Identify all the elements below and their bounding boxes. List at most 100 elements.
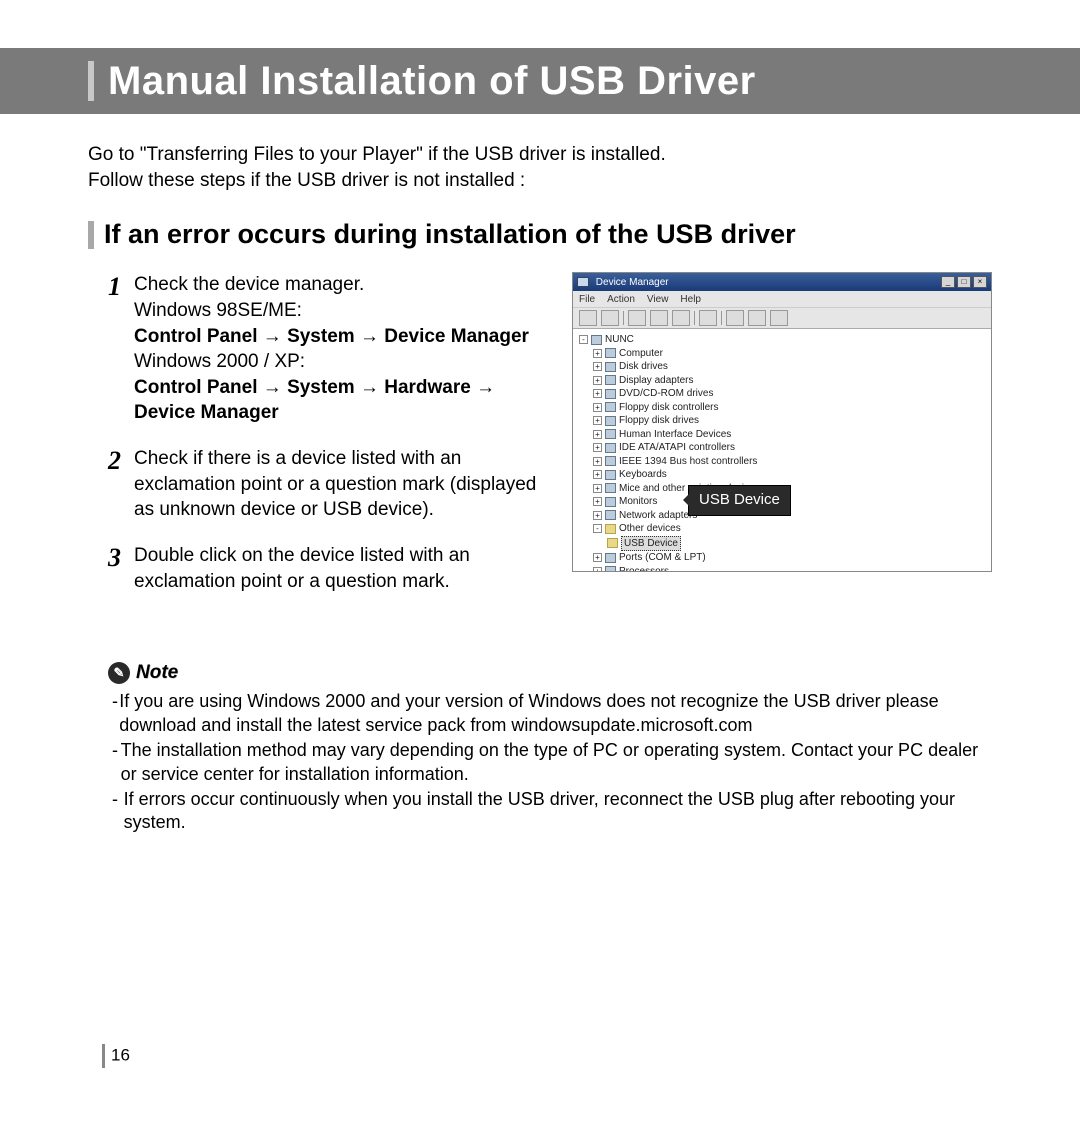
toolbar-print-icon[interactable] [650, 310, 668, 326]
tree-item[interactable]: +Ports (COM & LPT) [579, 551, 985, 565]
tree-item-label: Keyboards [619, 469, 667, 480]
tree-item-label: Human Interface Devices [619, 429, 731, 440]
page-title: Manual Installation of USB Driver [108, 59, 756, 104]
tree-item-label: IEEE 1394 Bus host controllers [619, 456, 757, 467]
steps-area: 1 Check the device manager. Windows 98SE… [88, 272, 992, 614]
toolbar [573, 307, 991, 329]
tree-item[interactable]: +IEEE 1394 Bus host controllers [579, 455, 985, 469]
tree-item-label: Disk drives [619, 361, 668, 372]
tree-item-other-devices[interactable]: -Other devices [579, 522, 985, 536]
tree-item-usb-device[interactable]: USB Device [579, 536, 985, 552]
note-item-text: If you are using Windows 2000 and your v… [119, 690, 992, 737]
step-3: 3 Double click on the device listed with… [108, 543, 554, 594]
intro-text: Go to "Transferring Files to your Player… [88, 142, 992, 193]
tree-item[interactable]: +Human Interface Devices [579, 428, 985, 442]
step-body: Check if there is a device listed with a… [134, 446, 554, 523]
header-rule [88, 61, 94, 101]
menu-bar: File Action View Help [573, 291, 991, 307]
step-number: 1 [108, 272, 128, 426]
step-body: Check the device manager. Windows 98SE/M… [134, 272, 554, 426]
device-tree: -NUNC +Computer +Disk drives +Display ad… [573, 329, 991, 571]
tree-item-label: Floppy disk drives [619, 415, 699, 426]
step-2-text: Check if there is a device listed with a… [134, 448, 536, 520]
toolbar-icon[interactable] [726, 310, 744, 326]
window-title-text: Device Manager [596, 277, 669, 288]
toolbar-separator [694, 311, 695, 325]
page-number-text: 16 [111, 1045, 130, 1064]
step-number: 2 [108, 446, 128, 523]
step-1-line: Check the device manager. [134, 274, 364, 295]
tree-item-label: Display adapters [619, 375, 693, 386]
step-number: 3 [108, 543, 128, 594]
menu-help[interactable]: Help [680, 294, 701, 305]
window-titlebar: Device Manager _ □ × [573, 273, 991, 291]
step-2: 2 Check if there is a device listed with… [108, 446, 554, 523]
step-1-path2: Control Panel → System → Hardware → Devi… [134, 377, 495, 424]
tree-item[interactable]: +IDE ATA/ATAPI controllers [579, 441, 985, 455]
tree-item-label: Floppy disk controllers [619, 402, 718, 413]
tree-item-label: IDE ATA/ATAPI controllers [619, 442, 735, 453]
device-manager-screenshot: Device Manager _ □ × File Action View He… [572, 272, 992, 572]
note-item-text: If errors occur continuously when you in… [124, 788, 992, 835]
step-1-os1: Windows 98SE/ME: [134, 300, 302, 321]
menu-file[interactable]: File [579, 294, 595, 305]
note-heading: ✎ Note [108, 662, 992, 684]
callout-usb-device: USB Device [688, 485, 791, 515]
toolbar-icon[interactable] [748, 310, 766, 326]
tree-item-label: Other devices [619, 523, 681, 534]
toolbar-properties-icon[interactable] [628, 310, 646, 326]
step-1-os2: Windows 2000 / XP: [134, 351, 305, 372]
close-button[interactable]: × [973, 276, 987, 288]
toolbar-refresh-icon[interactable] [672, 310, 690, 326]
toolbar-back-icon[interactable] [579, 310, 597, 326]
note-item: -If errors occur continuously when you i… [112, 788, 992, 835]
tree-root[interactable]: -NUNC [579, 333, 985, 347]
page-number: 16 [102, 1044, 130, 1068]
tree-item[interactable]: +DVD/CD-ROM drives [579, 387, 985, 401]
tree-item-label: Network adapters [619, 510, 697, 521]
tree-item[interactable]: +Disk drives [579, 360, 985, 374]
toolbar-icon[interactable] [699, 310, 717, 326]
tree-item[interactable]: +Processors [579, 565, 985, 572]
tree-item[interactable]: +Floppy disk drives [579, 414, 985, 428]
subheading-row: If an error occurs during installation o… [88, 219, 992, 250]
content-area: Go to "Transferring Files to your Player… [0, 114, 1080, 835]
toolbar-separator [721, 311, 722, 325]
toolbar-separator [623, 311, 624, 325]
page-number-rule [102, 1044, 105, 1068]
tree-item-label: Computer [619, 348, 663, 359]
intro-line-2: Follow these steps if the USB driver is … [88, 168, 992, 194]
step-1-path1: Control Panel → System → Device Manager [134, 326, 529, 347]
note-label: Note [136, 662, 178, 684]
tree-root-label: NUNC [605, 334, 634, 345]
note-icon: ✎ [108, 662, 130, 684]
tree-item-label: Ports (COM & LPT) [619, 552, 706, 563]
step-3-text: Double click on the device listed with a… [134, 545, 470, 592]
tree-item-label: Monitors [619, 496, 657, 507]
tree-item[interactable]: +Display adapters [579, 374, 985, 388]
note-section: ✎ Note -If you are using Windows 2000 an… [88, 662, 992, 834]
tree-item[interactable]: +Keyboards [579, 468, 985, 482]
minimize-button[interactable]: _ [941, 276, 955, 288]
step-body: Double click on the device listed with a… [134, 543, 554, 594]
note-item: -If you are using Windows 2000 and your … [112, 690, 992, 737]
subheading-rule [88, 221, 94, 249]
tree-item[interactable]: +Computer [579, 347, 985, 361]
step-1: 1 Check the device manager. Windows 98SE… [108, 272, 554, 426]
window-buttons: _ □ × [941, 276, 987, 288]
steps-column: 1 Check the device manager. Windows 98SE… [88, 272, 554, 614]
note-item-text: The installation method may vary dependi… [121, 739, 992, 786]
intro-line-1: Go to "Transferring Files to your Player… [88, 142, 992, 168]
subheading: If an error occurs during installation o… [104, 219, 796, 250]
note-item: -The installation method may vary depend… [112, 739, 992, 786]
tree-item[interactable]: +Floppy disk controllers [579, 401, 985, 415]
maximize-button[interactable]: □ [957, 276, 971, 288]
menu-action[interactable]: Action [607, 294, 635, 305]
tree-item-label: DVD/CD-ROM drives [619, 388, 713, 399]
tree-item-label: Processors [619, 566, 669, 572]
tree-item-selected-label: USB Device [621, 536, 681, 552]
window-title: Device Manager [577, 277, 669, 288]
toolbar-icon[interactable] [770, 310, 788, 326]
menu-view[interactable]: View [647, 294, 669, 305]
toolbar-forward-icon[interactable] [601, 310, 619, 326]
